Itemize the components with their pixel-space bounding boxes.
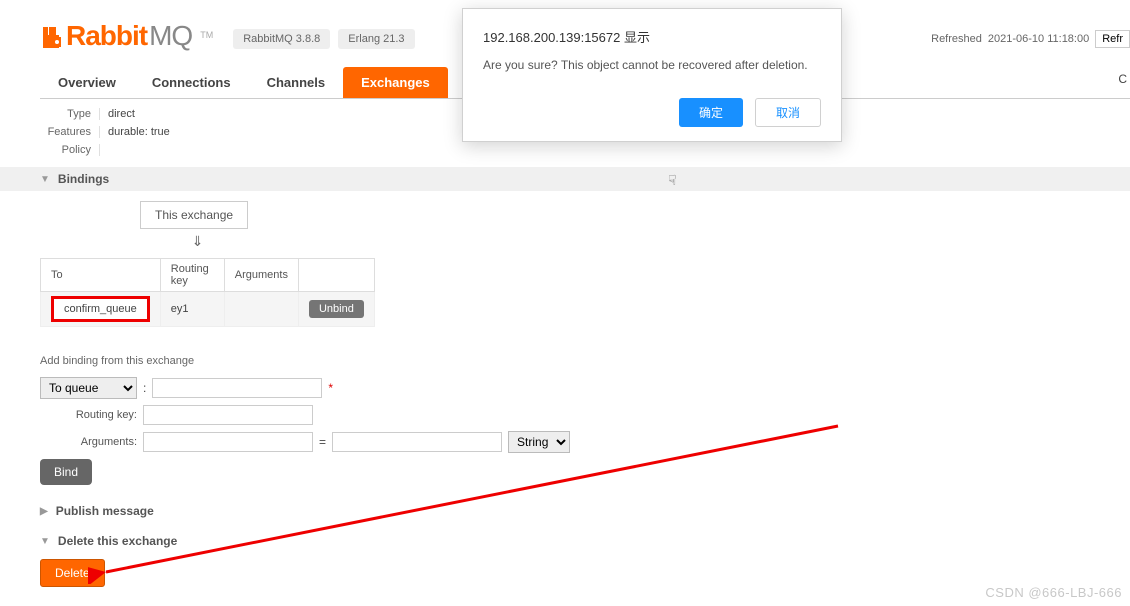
chevron-right-icon: ▶: [40, 506, 48, 517]
dialog-ok-button[interactable]: 确定: [679, 98, 743, 127]
to-queue-select[interactable]: To queue: [40, 377, 137, 399]
routing-key-label: Routing key:: [40, 409, 137, 421]
rabbitmq-logo-icon: [40, 24, 64, 48]
prop-features-value: durable: true: [100, 126, 170, 138]
argument-value-input[interactable]: [332, 432, 502, 452]
prop-policy-value: [100, 144, 108, 156]
chevron-down-icon: ▼: [40, 174, 50, 185]
logo-text-rabbit: Rabbit: [66, 20, 147, 52]
refresh-status: Refreshed 2021-06-10 11:18:00 Refr: [931, 30, 1130, 48]
prop-features-label: Features: [40, 126, 100, 138]
argument-type-select[interactable]: String: [508, 431, 570, 453]
argument-key-input[interactable]: [143, 432, 313, 452]
col-routing-key: Routing key: [160, 259, 224, 292]
bindings-table: To Routing key Arguments confirm_queue e…: [40, 258, 375, 327]
refreshed-label: Refreshed: [931, 33, 982, 45]
table-row: confirm_queue ey1 Unbind: [41, 292, 375, 327]
prop-policy-label: Policy: [40, 144, 100, 156]
tab-exchanges[interactable]: Exchanges: [343, 67, 448, 98]
logo-text-mq: MQ: [149, 20, 192, 52]
logo: Rabbit MQ TM: [40, 20, 213, 52]
binding-to-link[interactable]: confirm_queue: [51, 296, 150, 322]
add-binding-title: Add binding from this exchange: [40, 355, 1130, 367]
prop-features-true: true: [151, 126, 170, 138]
watermark: CSDN @666-LBJ-666: [985, 585, 1122, 600]
tab-channels[interactable]: Channels: [249, 67, 344, 98]
dialog-cancel-button[interactable]: 取消: [755, 98, 821, 127]
publish-section-header[interactable]: ▶ Publish message: [0, 499, 1130, 523]
col-to: To: [41, 259, 161, 292]
delete-button[interactable]: Delete: [40, 559, 105, 587]
unbind-button[interactable]: Unbind: [309, 300, 364, 318]
bindings-title: Bindings: [58, 172, 109, 186]
table-header-row: To Routing key Arguments: [41, 259, 375, 292]
version-rabbitmq: RabbitMQ 3.8.8: [233, 29, 330, 49]
version-erlang: Erlang 21.3: [338, 29, 414, 49]
prop-type-label: Type: [40, 108, 100, 120]
this-exchange-box: This exchange: [140, 201, 248, 229]
publish-title: Publish message: [56, 504, 154, 518]
bindings-section-header[interactable]: ▼ Bindings: [0, 167, 1130, 191]
colon: :: [143, 381, 146, 395]
to-queue-input[interactable]: [152, 378, 322, 398]
required-asterisk: *: [328, 381, 333, 395]
binding-to-cell[interactable]: confirm_queue: [41, 292, 161, 327]
prop-features-key: durable:: [108, 126, 148, 138]
dialog-title: 192.168.200.139:15672 显示: [483, 27, 821, 46]
arrow-down-icon: ⇓: [140, 229, 255, 254]
refreshed-time: 2021-06-10 11:18:00: [988, 33, 1089, 45]
delete-title: Delete this exchange: [58, 534, 177, 548]
arguments-label: Arguments:: [40, 436, 137, 448]
bind-button[interactable]: Bind: [40, 459, 92, 485]
equals-sign: =: [319, 435, 326, 449]
binding-arguments: [224, 292, 298, 327]
tab-overview[interactable]: Overview: [40, 67, 134, 98]
cursor-icon: ☟: [668, 172, 677, 189]
binding-routing-key: ey1: [160, 292, 224, 327]
col-action: [298, 259, 374, 292]
tab-connections[interactable]: Connections: [134, 67, 249, 98]
chevron-down-icon: ▼: [40, 536, 50, 547]
refresh-button[interactable]: Refr: [1095, 30, 1130, 48]
dialog-body: Are you sure? This object cannot be reco…: [483, 56, 821, 74]
corner-letter: C: [1118, 72, 1127, 86]
col-arguments: Arguments: [224, 259, 298, 292]
confirm-dialog: 192.168.200.139:15672 显示 Are you sure? T…: [462, 8, 842, 142]
prop-type-value: direct: [100, 108, 135, 120]
logo-tm: TM: [200, 30, 213, 40]
delete-section-header[interactable]: ▼ Delete this exchange: [0, 529, 1130, 553]
routing-key-input[interactable]: [143, 405, 313, 425]
